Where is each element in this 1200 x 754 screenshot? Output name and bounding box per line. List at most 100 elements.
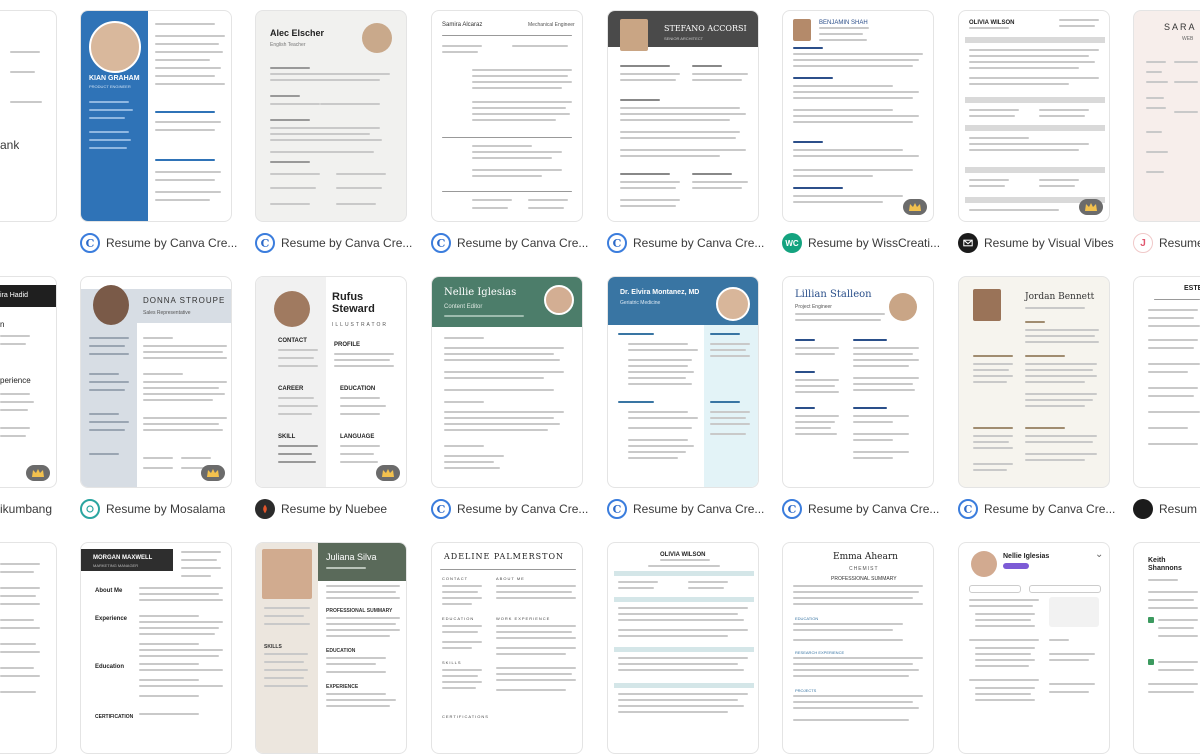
resume-subtitle: Sales Representative [143, 310, 191, 316]
section-heading: EDUCATION [326, 648, 356, 654]
section-heading: PROFILE [334, 342, 361, 348]
section-heading: SKILL [278, 434, 296, 440]
canva-logo-icon: C [431, 233, 451, 253]
canva-logo-icon: C [958, 499, 978, 519]
template-caption[interactable]: WC Resume by WissCreati... [782, 232, 940, 254]
resume-subtitle: MARKETING MANAGER [93, 563, 139, 568]
section-heading: RESEARCH EXPERIENCE [795, 650, 845, 655]
resume-subtitle: Content Editor [444, 304, 483, 310]
template-card-benjamin-shah[interactable]: BENJAMIN SHAH [782, 10, 934, 222]
template-caption[interactable]: C Resume by Canva Cre... [958, 498, 1115, 520]
resume-subtitle: Project Engineer [795, 304, 832, 310]
template-card-partial-right[interactable]: Keith Shannons [1133, 542, 1200, 754]
template-card-lillian-stalleon[interactable]: Lillian Stalleon Project Engineer [782, 276, 934, 488]
mosalama-logo-icon [80, 499, 100, 519]
template-card-rufus-steward[interactable]: Rufus Steward ILLUSTRATOR CONTACT PROFIL… [255, 276, 407, 488]
template-author: Resume by Visual Vibes [984, 236, 1114, 250]
template-caption[interactable]: C Resume by Canva Cre... [607, 498, 764, 520]
profile-photo [889, 293, 917, 321]
template-card-jordan-bennett[interactable]: Jordan Bennett [958, 276, 1110, 488]
template-caption[interactable]: ank [0, 134, 19, 156]
resume-subtitle: PRODUCT ENGINEER [89, 84, 131, 89]
template-caption[interactable]: J Resume [1133, 232, 1200, 254]
resume-name: DONNA STROUPE [143, 296, 226, 305]
template-card-olivia-wilson[interactable]: OLIVIA WILSON [958, 10, 1110, 222]
template-caption[interactable]: C Resume by Canva Cre... [782, 498, 939, 520]
template-caption[interactable]: Resume by Visual Vibes [958, 232, 1114, 254]
section-heading: LANGUAGE [340, 434, 375, 440]
resume-subtitle: CHEMIST [849, 566, 879, 572]
template-author: Resume by Canva Cre... [633, 502, 765, 516]
section-heading: PROFESSIONAL SUMMARY [326, 608, 393, 614]
resume-name: Emma Ahearn [833, 552, 898, 562]
resume-name: Alec Elscher [270, 28, 325, 38]
template-caption[interactable]: Resume by Mosalama [80, 498, 225, 520]
template-caption[interactable]: C Resume by Canva Cre... [80, 232, 237, 254]
template-card-juliana-silva[interactable]: Juliana Silva PROFESSIONAL SUMMARY SKILL… [255, 542, 407, 754]
template-author: Resume by Canva Cre... [633, 236, 765, 250]
template-card-partial-left[interactable]: ira Hadid n perience [0, 276, 57, 488]
template-author: ikumbang [0, 502, 53, 516]
canva-logo-icon: C [607, 499, 627, 519]
template-card-olivia-wilson-2[interactable]: OLIVIA WILSON [607, 542, 759, 754]
template-card-morgan-maxwell[interactable]: MORGAN MAXWELL MARKETING MANAGER About M… [80, 542, 232, 754]
resume-name: SARA [1164, 22, 1197, 32]
profile-photo [274, 291, 310, 327]
template-card-nellie-iglesias[interactable]: Nellie Iglesias Content Editor [431, 276, 583, 488]
template-card-partial-left[interactable] [0, 542, 57, 754]
section-heading: SKILLS [442, 660, 462, 665]
resume-name: OLIVIA WILSON [660, 552, 706, 558]
template-author: Resume by Canva Cre... [457, 502, 589, 516]
resume-name: ira Hadid [0, 292, 29, 299]
resume-subtitle: English Teacher [270, 42, 306, 48]
canva-logo-icon: C [431, 499, 451, 519]
template-card-stefano-accorsi[interactable]: STEFANO ACCORSI SENIOR ARCHITECT [607, 10, 759, 222]
template-card-donna-stroupe[interactable]: DONNA STROUPE Sales Representative [80, 276, 232, 488]
template-caption[interactable]: Resume by Nuebee [255, 498, 387, 520]
resume-name: Juliana Silva [326, 552, 377, 562]
resume-subtitle: WEB [1182, 36, 1194, 42]
template-card-partial-right[interactable]: SARA WEB [1133, 10, 1200, 222]
template-author: Resume by Canva Cre... [106, 236, 238, 250]
resume-section: n [0, 320, 5, 329]
template-author: Resume by Canva Cre... [808, 502, 940, 516]
author-logo-icon [1133, 499, 1153, 519]
template-card-nellie-iglesias-2[interactable]: Nellie Iglesias ⌄ [958, 542, 1110, 754]
resume-name: Lillian Stalleon [795, 289, 872, 300]
section-heading: EDUCATION [442, 616, 475, 621]
section-heading: EXPERIENCE [326, 684, 359, 690]
resume-name: Nellie Iglesias [1003, 553, 1050, 560]
template-caption[interactable]: C Resume by Canva Cre... [607, 232, 764, 254]
template-author: Resume by Mosalama [106, 502, 226, 516]
section-heading: EDUCATION [795, 616, 819, 621]
section-heading: Education [95, 664, 125, 670]
template-caption[interactable]: C Resume by Canva Cre... [431, 232, 588, 254]
template-author: Resume by WissCreati... [808, 236, 941, 250]
template-card-kian-graham[interactable]: KIAN GRAHAM PRODUCT ENGINEER [80, 10, 232, 222]
section-heading: WORK EXPERIENCE [496, 616, 551, 621]
template-card-elvira-montanez[interactable]: Dr. Elvira Montanez, MD Geriatric Medici… [607, 276, 759, 488]
template-caption[interactable]: C Resume by Canva Cre... [255, 232, 412, 254]
profile-photo [89, 21, 141, 73]
profile-photo [93, 285, 129, 325]
canva-logo-icon: C [607, 233, 627, 253]
template-card-partial-right[interactable]: ESTE [1133, 276, 1200, 488]
template-card-emma-ahearn[interactable]: Emma Ahearn CHEMIST PROFESSIONAL SUMMARY… [782, 542, 934, 754]
section-heading: About Me [95, 588, 123, 594]
template-card-samira-alcaraz[interactable]: Samira Alcaraz Mechanical Engineer [431, 10, 583, 222]
resume-name: Keith Shannons [1148, 557, 1182, 572]
template-card-partial-left[interactable] [0, 10, 57, 222]
template-caption[interactable]: Resum [1133, 498, 1197, 520]
template-card-adeline-palmerston[interactable]: ADELINE PALMERSTON CONTACT ABOUT ME EDUC… [431, 542, 583, 754]
resume-name: KIAN GRAHAM [89, 75, 140, 82]
profile-photo [973, 289, 1001, 321]
resume-name: Nellie Iglesias [444, 287, 517, 298]
template-caption[interactable]: C Resume by Canva Cre... [431, 498, 588, 520]
crown-premium-icon [903, 199, 927, 215]
section-heading: PROJECTS [795, 688, 817, 693]
resume-name: MORGAN MAXWELL [93, 555, 153, 561]
template-card-alec-elscher[interactable]: Alec Elscher English Teacher [255, 10, 407, 222]
template-author: Resume by Canva Cre... [281, 236, 413, 250]
template-caption[interactable]: ikumbang [0, 498, 52, 520]
crown-premium-icon [201, 465, 225, 481]
